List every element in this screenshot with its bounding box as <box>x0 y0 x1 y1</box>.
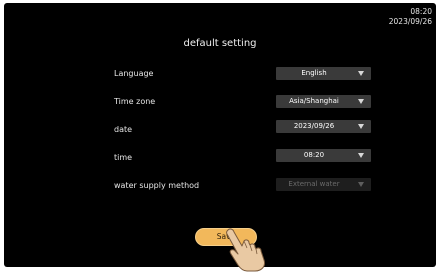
time-label: time <box>114 153 133 162</box>
date-select[interactable]: 2023/09/26 <box>276 120 371 133</box>
chevron-down-icon <box>358 124 364 129</box>
hand-pointer-icon <box>226 228 265 272</box>
page-title: default setting <box>183 38 257 49</box>
clock-date: 2023/09/26 <box>388 17 432 26</box>
water-supply-value: External water <box>288 180 340 188</box>
chevron-down-icon <box>358 99 364 104</box>
water-supply-label: water supply method <box>114 181 200 190</box>
timezone-select[interactable]: Asia/Shanghai <box>276 95 371 108</box>
status-clock: 08:20 2023/09/26 <box>389 7 432 27</box>
language-value: English <box>301 69 327 77</box>
date-label: date <box>114 125 133 134</box>
time-value: 08:20 <box>303 151 325 159</box>
settings-screen: 08:20 2023/09/26 default setting Languag… <box>4 3 436 267</box>
chevron-down-icon <box>358 153 364 158</box>
date-value: 2023/09/26 <box>293 122 335 130</box>
chevron-down-icon <box>358 182 364 187</box>
timezone-value: Asia/Shanghai <box>289 97 339 105</box>
language-label: Language <box>114 69 154 78</box>
timezone-label: Time zone <box>114 97 156 106</box>
time-select[interactable]: 08:20 <box>276 149 371 162</box>
language-select[interactable]: English <box>276 67 371 80</box>
water-supply-select: External water <box>276 178 371 191</box>
chevron-down-icon <box>358 71 364 76</box>
clock-time: 08:20 <box>410 7 432 16</box>
